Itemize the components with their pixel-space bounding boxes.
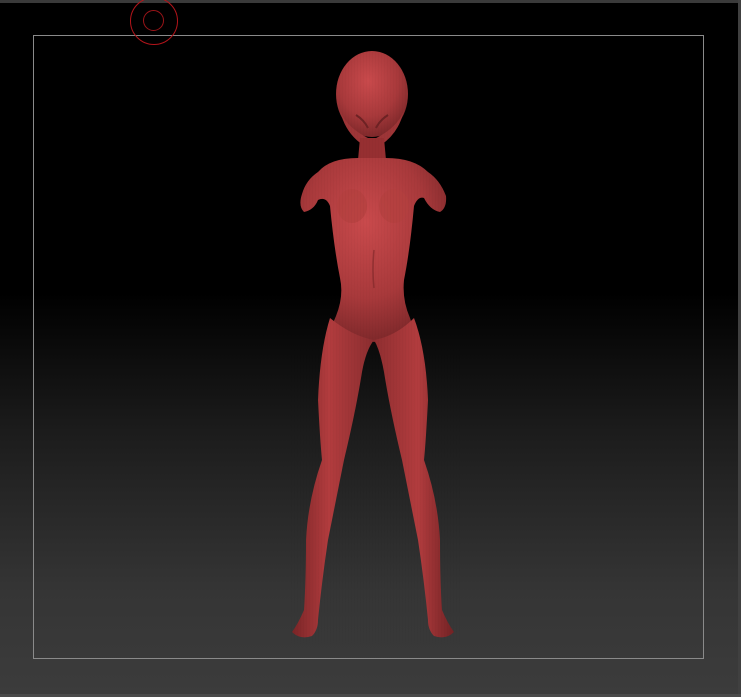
- brush-cursor-inner-ring: [143, 10, 164, 31]
- 3d-viewport-canvas[interactable]: [0, 0, 741, 697]
- female-base-mesh-model[interactable]: [0, 0, 741, 697]
